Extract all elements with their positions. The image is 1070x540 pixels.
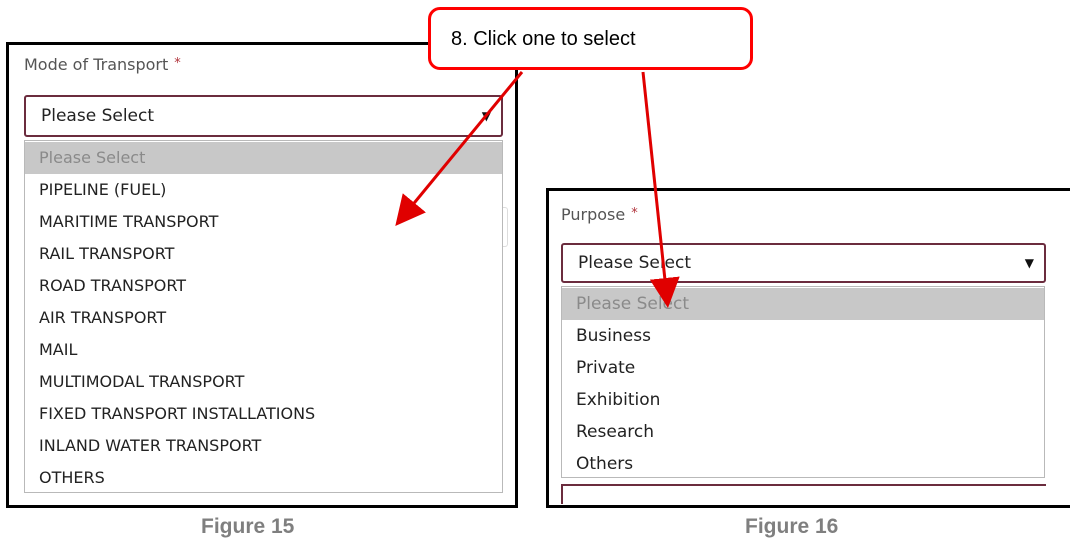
- next-field-edge: [561, 484, 1046, 504]
- option-multimodal-transport[interactable]: MULTIMODAL TRANSPORT: [25, 366, 502, 398]
- option-private[interactable]: Private: [562, 352, 1044, 384]
- chevron-down-icon: ▼: [1024, 256, 1034, 270]
- purpose-dropdown: Please Select Business Private Exhibitio…: [561, 286, 1045, 478]
- purpose-label-text: Purpose: [561, 205, 626, 224]
- mode-of-transport-dropdown: Please Select PIPELINE (FUEL) MARITIME T…: [24, 140, 503, 493]
- required-asterisk: *: [631, 206, 638, 221]
- option-pipeline-fuel[interactable]: PIPELINE (FUEL): [25, 174, 502, 206]
- mode-of-transport-select[interactable]: Please Select ▼: [24, 95, 503, 137]
- mode-of-transport-selected-value: Please Select: [41, 106, 155, 126]
- option-fixed-transport-installations[interactable]: FIXED TRANSPORT INSTALLATIONS: [25, 398, 502, 430]
- option-inland-water-transport[interactable]: INLAND WATER TRANSPORT: [25, 430, 502, 462]
- option-please-select[interactable]: Please Select: [25, 142, 502, 174]
- option-mail[interactable]: MAIL: [25, 334, 502, 366]
- figure-15-caption: Figure 15: [201, 515, 295, 538]
- chevron-down-icon: ▼: [481, 109, 491, 123]
- option-road-transport[interactable]: ROAD TRANSPORT: [25, 270, 502, 302]
- option-exhibition[interactable]: Exhibition: [562, 384, 1044, 416]
- option-maritime-transport[interactable]: MARITIME TRANSPORT: [25, 206, 502, 238]
- mode-of-transport-label: Mode of Transport *: [24, 55, 181, 74]
- option-business[interactable]: Business: [562, 320, 1044, 352]
- instruction-callout-text: 8. Click one to select: [451, 28, 636, 50]
- option-rail-transport[interactable]: RAIL TRANSPORT: [25, 238, 502, 270]
- mode-of-transport-label-text: Mode of Transport: [24, 55, 169, 74]
- option-research[interactable]: Research: [562, 416, 1044, 448]
- figure-15-panel: Mode of Transport * Please Select ▼ Pleas…: [6, 42, 518, 508]
- option-others[interactable]: OTHERS: [25, 462, 502, 494]
- figure-16-panel: Purpose * Please Select ▼ Please Select B…: [546, 188, 1070, 508]
- option-air-transport[interactable]: AIR TRANSPORT: [25, 302, 502, 334]
- required-asterisk: *: [174, 56, 181, 71]
- purpose-selected-value: Please Select: [578, 253, 692, 273]
- option-please-select[interactable]: Please Select: [562, 288, 1044, 320]
- purpose-select[interactable]: Please Select ▼: [561, 243, 1046, 283]
- option-others[interactable]: Others: [562, 448, 1044, 480]
- instruction-callout: 8. Click one to select: [428, 7, 753, 70]
- purpose-label: Purpose *: [561, 205, 638, 224]
- figure-16-caption: Figure 16: [745, 515, 839, 538]
